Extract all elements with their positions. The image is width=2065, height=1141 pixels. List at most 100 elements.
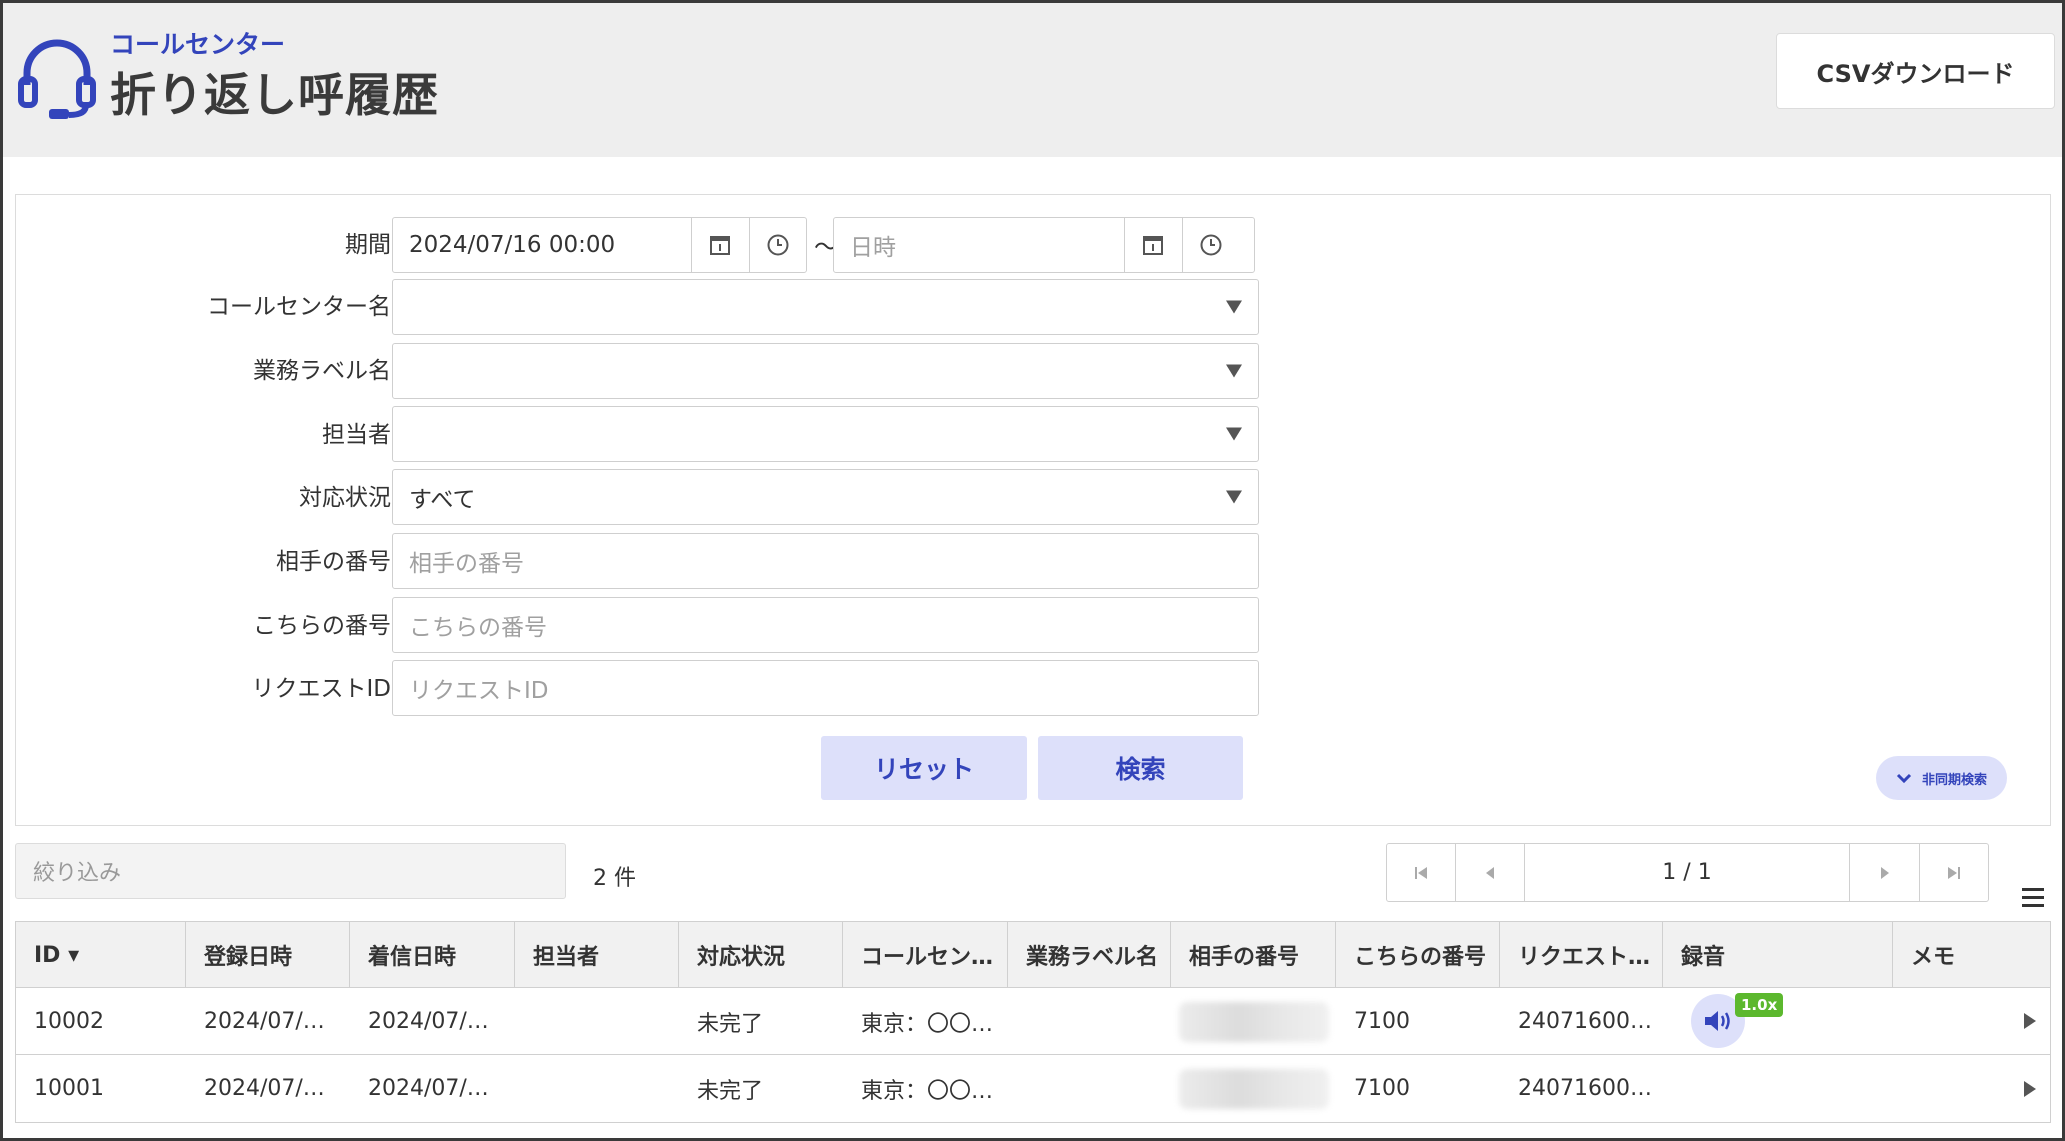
async-search-button[interactable]: 非同期検索 — [1876, 756, 2007, 800]
cell-registered: 2024/07/… — [204, 1076, 325, 1101]
column-header-business-label[interactable]: 業務ラベル名 — [1008, 922, 1171, 988]
their-number-label: 相手の番号 — [276, 549, 391, 575]
period-end-time-button[interactable] — [1182, 218, 1239, 272]
column-header-registered[interactable]: 登録日時 — [186, 922, 350, 988]
chevron-down-icon — [1896, 773, 1912, 784]
column-header-id[interactable]: ID ▾ — [16, 922, 186, 988]
table-header: ID ▾ 登録日時 着信日時 担当者 対応状況 コールセン… 業務ラベル名 相手… — [16, 922, 2050, 988]
prev-page-icon — [1486, 866, 1494, 879]
clock-icon — [767, 234, 789, 256]
page-number: 1 / 1 — [1662, 860, 1712, 885]
page-title: 折り返し呼履歴 — [110, 68, 439, 122]
filter-input[interactable]: 絞り込み — [15, 843, 566, 899]
search-button[interactable]: 検索 — [1038, 736, 1243, 800]
cell-our-number: 7100 — [1354, 1076, 1410, 1101]
next-page-button[interactable] — [1850, 844, 1920, 901]
column-header-received[interactable]: 着信日時 — [350, 922, 515, 988]
redacted-number — [1179, 1068, 1329, 1109]
their-number-placeholder: 相手の番号 — [409, 551, 524, 577]
page-subtitle: コールセンター — [110, 30, 286, 59]
cell-assignee — [515, 988, 679, 1055]
play-icon[interactable] — [2024, 1013, 2036, 1029]
column-header-request-id[interactable]: リクエスト… — [1500, 922, 1663, 988]
status-label: 対応状況 — [299, 485, 391, 511]
our-number-placeholder: こちらの番号 — [409, 615, 547, 641]
search-panel: 期間 2024/07/16 00:00 ～ 日時 コールセンター名 業務ラベル名… — [15, 194, 2051, 826]
cell-received: 2024/07/… — [368, 1076, 489, 1101]
our-number-input[interactable]: こちらの番号 — [392, 597, 1259, 653]
cell-callcenter: 東京：〇〇… — [861, 1011, 994, 1037]
headset-icon — [18, 39, 96, 119]
csv-download-button[interactable]: CSVダウンロード — [1776, 33, 2055, 109]
redacted-number — [1179, 1001, 1329, 1042]
async-search-label: 非同期検索 — [1921, 772, 1987, 788]
their-number-input[interactable]: 相手の番号 — [392, 533, 1259, 589]
page-indicator: 1 / 1 — [1525, 844, 1850, 901]
result-count: 2 件 — [593, 866, 636, 891]
cell-their-number — [1171, 988, 1336, 1055]
request-id-label: リクエストID — [251, 676, 392, 702]
last-page-icon — [1948, 866, 1960, 879]
period-start-field[interactable]: 2024/07/16 00:00 — [392, 217, 807, 273]
cell-callcenter: 東京：〇〇… — [861, 1078, 994, 1104]
business-label-select[interactable] — [392, 343, 1259, 399]
column-header-status[interactable]: 対応状況 — [679, 922, 843, 988]
last-page-button[interactable] — [1920, 844, 1988, 901]
page-header: コールセンター 折り返し呼履歴 CSVダウンロード — [3, 3, 2062, 157]
calendar-icon — [710, 236, 730, 255]
column-header-callcenter[interactable]: コールセン… — [843, 922, 1008, 988]
status-value: すべて — [409, 487, 476, 513]
first-page-icon — [1415, 866, 1427, 879]
period-end-calendar-button[interactable] — [1124, 218, 1181, 272]
period-label: 期間 — [345, 232, 391, 258]
dropdown-caret-icon — [1226, 364, 1242, 378]
speaker-icon — [1705, 1011, 1730, 1031]
cell-id: 10001 — [34, 1076, 104, 1101]
dropdown-caret-icon — [1226, 490, 1242, 504]
calendar-icon — [1143, 236, 1163, 255]
period-end-field[interactable]: 日時 — [833, 217, 1255, 273]
next-page-icon — [1880, 866, 1889, 879]
dropdown-caret-icon — [1226, 427, 1242, 441]
cell-assignee — [515, 1055, 679, 1122]
column-header-their-number[interactable]: 相手の番号 — [1171, 922, 1336, 988]
cell-received: 2024/07/… — [368, 1009, 489, 1034]
menu-icon[interactable] — [2022, 888, 2044, 908]
assignee-label: 担当者 — [322, 422, 391, 448]
history-table: ID ▾ 登録日時 着信日時 担当者 対応状況 コールセン… 業務ラベル名 相手… — [15, 921, 2051, 1123]
clock-icon — [1200, 234, 1222, 256]
cell-request-id: 24071600… — [1518, 1076, 1652, 1101]
assignee-select[interactable] — [392, 406, 1259, 462]
period-start-calendar-button[interactable] — [691, 218, 748, 272]
column-header-memo[interactable]: メモ — [1893, 922, 2052, 988]
period-end-placeholder: 日時 — [850, 235, 896, 261]
request-id-placeholder: リクエストID — [409, 678, 549, 704]
status-select[interactable]: すべて — [392, 469, 1259, 525]
play-icon[interactable] — [2024, 1080, 2036, 1097]
callcenter-select[interactable] — [392, 279, 1259, 335]
cell-status: 未完了 — [697, 1011, 764, 1037]
column-header-recording[interactable]: 録音 — [1663, 922, 1893, 988]
cell-id: 10002 — [34, 1009, 104, 1034]
period-start-time-button[interactable] — [749, 218, 806, 272]
cell-request-id: 24071600… — [1518, 1009, 1652, 1034]
table-row[interactable]: 10001 2024/07/… 2024/07/… 未完了 東京：〇〇… 710… — [16, 1055, 2050, 1122]
period-start-value: 2024/07/16 00:00 — [409, 232, 616, 258]
column-header-assignee[interactable]: 担当者 — [515, 922, 679, 988]
cell-registered: 2024/07/… — [204, 1009, 325, 1034]
cell-status: 未完了 — [697, 1078, 764, 1104]
reset-button[interactable]: リセット — [821, 736, 1027, 800]
playback-speed-badge[interactable]: 1.0x — [1735, 993, 1784, 1017]
cell-business-label — [1008, 988, 1171, 1055]
column-header-our-number[interactable]: こちらの番号 — [1336, 922, 1500, 988]
pagination: 1 / 1 — [1386, 843, 1989, 902]
cell-our-number: 7100 — [1354, 1009, 1410, 1034]
our-number-label: こちらの番号 — [253, 613, 391, 639]
business-label-label: 業務ラベル名 — [253, 358, 391, 384]
cell-their-number — [1171, 1055, 1336, 1122]
first-page-button[interactable] — [1387, 844, 1456, 901]
callcenter-label: コールセンター名 — [207, 294, 391, 320]
request-id-input[interactable]: リクエストID — [392, 660, 1259, 716]
cell-business-label — [1008, 1055, 1171, 1122]
prev-page-button[interactable] — [1456, 844, 1525, 901]
